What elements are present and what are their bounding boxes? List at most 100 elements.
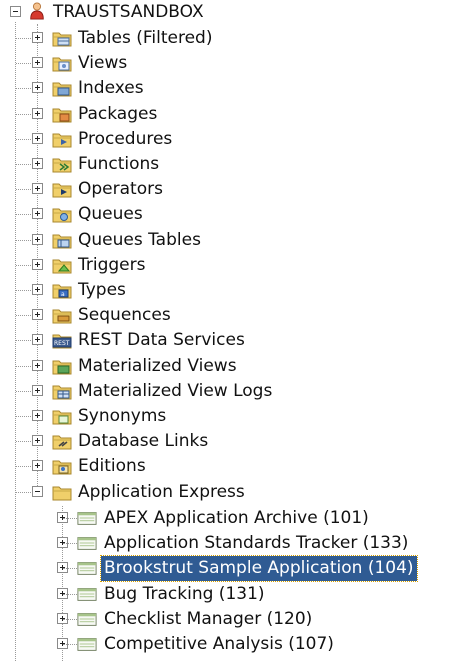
tree-folder-node[interactable]: Views <box>0 51 474 76</box>
user-icon <box>30 2 44 20</box>
apex-application-node[interactable]: Competitive Analysis (107) <box>0 632 474 657</box>
expand-toggle[interactable] <box>32 32 43 43</box>
tree-guide-line <box>16 63 31 65</box>
expand-toggle[interactable] <box>32 208 43 220</box>
connections-tree: TRAUSTSANDBOX Tables (Filtered) Views In… <box>0 0 474 661</box>
expand-toggle[interactable] <box>32 284 43 295</box>
operators-folder-icon <box>52 183 72 198</box>
apex-application-node[interactable]: APEX Application Archive (101) <box>0 506 474 531</box>
expand-toggle[interactable] <box>32 359 43 371</box>
tree-folder-label: Materialized Views <box>78 355 237 376</box>
tree-folder-node[interactable]: Procedures <box>0 127 474 152</box>
procedures-folder-icon <box>52 133 72 148</box>
apex-application-node[interactable]: Bug Tracking (131) <box>0 582 474 607</box>
tree-guide-line <box>63 518 77 519</box>
tree-folder-node[interactable]: Sequences <box>0 303 474 328</box>
editions-folder-icon <box>52 460 72 475</box>
expand-toggle[interactable] <box>32 107 43 119</box>
apex-application-node[interactable]: Checklist Manager (120) <box>0 607 474 632</box>
materialized-view-logs-folder-icon <box>52 385 72 400</box>
expand-toggle[interactable] <box>32 410 43 421</box>
tree-folder-node[interactable]: Materialized View Logs <box>0 379 474 404</box>
tree-folder-label: Types <box>78 280 126 300</box>
expand-toggle[interactable] <box>32 132 43 144</box>
tree-folder-label: Triggers <box>78 254 146 275</box>
tree-folder-node[interactable]: Queues Tables <box>0 228 474 253</box>
apex-application-label: Competitive Analysis (107) <box>104 634 334 654</box>
tree-folder-node[interactable]: Editions <box>0 454 474 479</box>
tree-folder-node[interactable]: Queues <box>0 202 474 227</box>
materialized-views-folder-icon <box>52 360 72 375</box>
tree-folder-node[interactable]: Materialized Views <box>0 354 474 379</box>
collapse-toggle[interactable] <box>10 6 21 17</box>
indexes-folder-icon <box>52 82 72 97</box>
tree-folder-node[interactable]: Operators <box>0 177 474 202</box>
expand-toggle[interactable] <box>32 334 43 346</box>
tree-folder-label: Queues <box>78 204 143 225</box>
tree-folder-node[interactable]: a Types <box>0 278 474 303</box>
apex-application-label: Brookstrut Sample Application (104) <box>100 555 418 583</box>
queues-tables-folder-icon <box>52 234 72 249</box>
tree-folder-label: Tables (Filtered) <box>78 28 213 48</box>
apex-application-node[interactable]: Application Standards Tracker (133) <box>0 531 474 556</box>
tree-guide-line <box>16 113 31 115</box>
apex-application-label: Bug Tracking (131) <box>104 583 265 604</box>
tree-folder-node[interactable]: Application Express <box>0 480 474 505</box>
types-folder-icon: a <box>52 284 72 299</box>
rest-folder-icon: REST <box>52 334 72 349</box>
synonyms-folder-icon <box>52 410 72 425</box>
apex-application-node[interactable]: Brookstrut Sample Application (104) <box>0 555 474 583</box>
svg-text:a: a <box>61 291 65 298</box>
collapse-toggle[interactable] <box>32 485 43 497</box>
tree-folder-label: REST Data Services <box>78 330 245 351</box>
tree-guide-line <box>16 365 31 367</box>
expand-toggle[interactable] <box>32 460 43 472</box>
expand-toggle[interactable] <box>32 258 43 270</box>
tree-guide-line <box>16 290 31 291</box>
tree-guide-line <box>16 441 31 443</box>
tree-folder-label: Queues Tables <box>78 229 201 250</box>
tree-folder-node[interactable]: Triggers <box>0 253 474 278</box>
tree-guide-line <box>16 466 31 468</box>
tree-root-label: TRAUSTSANDBOX <box>53 2 204 22</box>
expand-toggle[interactable] <box>32 435 43 447</box>
tree-guide-line <box>16 491 31 493</box>
application-icon <box>77 512 97 525</box>
expand-toggle[interactable] <box>32 233 43 245</box>
application-icon <box>77 587 97 601</box>
tree-guide-line <box>16 416 31 417</box>
expand-toggle[interactable] <box>32 57 43 69</box>
tree-folder-label: Procedures <box>78 128 173 149</box>
expand-toggle[interactable] <box>32 158 43 169</box>
tree-guide-line <box>16 214 31 216</box>
tree-folder-label: Views <box>78 53 128 74</box>
expand-toggle[interactable] <box>32 183 43 195</box>
tree-folder-node[interactable]: Packages <box>0 102 474 127</box>
tree-folder-label: Synonyms <box>78 406 167 426</box>
tree-guide-line <box>63 543 77 545</box>
tree-root-node[interactable]: TRAUSTSANDBOX <box>0 0 474 25</box>
queues-folder-icon <box>52 208 72 223</box>
apex-application-label: APEX Application Archive (101) <box>104 508 369 528</box>
tree-guide-line <box>63 593 77 595</box>
tree-folder-node[interactable]: Tables (Filtered) <box>0 26 474 51</box>
tree-folder-node[interactable]: Functions <box>0 152 474 177</box>
tree-guide-line <box>63 644 77 645</box>
tree-guide-line <box>16 88 31 90</box>
apex-application-label: Application Standards Tracker (133) <box>104 533 409 554</box>
triggers-folder-icon <box>52 259 72 274</box>
expand-toggle[interactable] <box>32 384 43 396</box>
tree-folder-label: Packages <box>78 103 158 124</box>
tree-folder-node[interactable]: Indexes <box>0 76 474 101</box>
tree-guide-line <box>16 390 31 392</box>
expand-toggle[interactable] <box>32 309 43 321</box>
tree-folder-node[interactable]: Synonyms <box>0 404 474 429</box>
tree-folder-label: Application Express <box>78 481 245 502</box>
expand-toggle[interactable] <box>32 82 43 94</box>
svg-text:REST: REST <box>54 340 70 347</box>
tree-folder-node[interactable]: Database Links <box>0 429 474 454</box>
tree-guide-line <box>16 239 31 241</box>
tree-folder-node[interactable]: REST REST Data Services <box>0 328 474 353</box>
apex-application-label: Checklist Manager (120) <box>104 608 313 629</box>
tree-guide-line <box>16 38 31 39</box>
